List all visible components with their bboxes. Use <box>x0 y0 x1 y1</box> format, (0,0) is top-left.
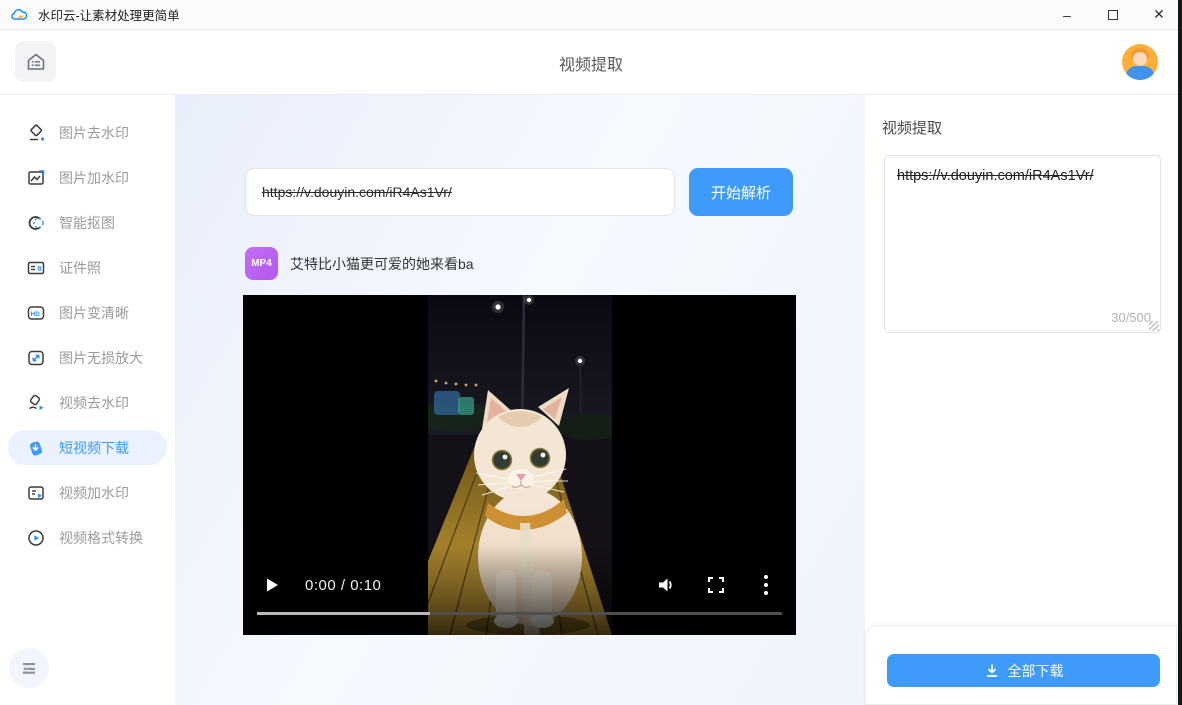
download-card: 全部下载 <box>865 625 1177 705</box>
mp4-badge: MP4 <box>245 247 278 280</box>
window-right-edge <box>1178 0 1182 705</box>
title-bar: 水印云-让素材处理更简单 – ✕ <box>0 0 1182 30</box>
sidebar-item-image-enhance[interactable]: HD 图片变清晰 <box>8 295 167 330</box>
download-all-button[interactable]: 全部下载 <box>887 654 1160 687</box>
image-enhance-hd-icon: HD <box>27 305 45 320</box>
sidebar-item-label: 视频去水印 <box>59 394 129 411</box>
player-menu-button[interactable] <box>754 573 778 597</box>
more-options-icon <box>764 573 768 597</box>
sidebar-item-label: 视频加水印 <box>59 484 129 501</box>
extracted-url-textarea[interactable]: https://v.douyin.com/iR4As1Vr/ <box>884 155 1161 333</box>
id-photo-icon: 8 <box>27 261 45 274</box>
sidebar-item-label: 证件照 <box>59 259 101 276</box>
app-logo-cloud-icon <box>11 8 28 21</box>
parse-result-row: MP4 艾特比小猫更可爱的她来看ba <box>245 247 474 280</box>
sidebar-item-video-watermark-remove[interactable]: 视频去水印 <box>8 385 167 420</box>
time-display: 0:00 / 0:10 <box>305 576 382 594</box>
avatar-shirt <box>1126 66 1154 80</box>
volume-icon <box>659 578 672 592</box>
sidebar-item-label: 智能抠图 <box>59 214 115 231</box>
user-avatar[interactable] <box>1122 44 1158 80</box>
image-watermark-add-icon <box>28 169 45 185</box>
video-format-convert-icon <box>28 529 44 546</box>
sidebar-item-id-photo[interactable]: 8 证件照 <box>8 250 167 285</box>
sidebar: 图片去水印 图片加水印 智能抠图 8 证件照 HD 图片变清晰 图片无损放大 视… <box>0 95 175 705</box>
download-all-label: 全部下载 <box>1007 662 1064 679</box>
right-panel-title: 视频提取 <box>882 120 943 137</box>
avatar-face <box>1133 52 1147 66</box>
video-title: 艾特比小猫更可爱的她来看ba <box>290 255 474 272</box>
collapse-sidebar-button[interactable] <box>9 648 49 688</box>
right-panel: 视频提取 https://v.douyin.com/iR4As1Vr/ 30/5… <box>865 95 1182 705</box>
collapse-menu-icon <box>23 663 35 674</box>
svg-text:8: 8 <box>37 264 41 273</box>
short-video-download-icon <box>30 441 42 455</box>
sidebar-item-label: 图片加水印 <box>59 169 129 186</box>
image-watermark-remove-icon <box>30 123 45 141</box>
sidebar-item-label: 图片无损放大 <box>59 349 143 366</box>
sidebar-item-smart-cutout[interactable]: 智能抠图 <box>8 205 167 240</box>
sidebar-item-video-watermark-add[interactable]: 视频加水印 <box>8 475 167 510</box>
sidebar-item-image-enlarge[interactable]: 图片无损放大 <box>8 340 167 375</box>
fullscreen-icon <box>708 577 724 593</box>
sidebar-item-label: 图片去水印 <box>59 124 129 141</box>
play-button[interactable] <box>261 574 283 596</box>
progress-bar[interactable] <box>257 612 782 615</box>
maximize-button[interactable] <box>1090 0 1136 29</box>
video-url-input[interactable] <box>245 168 675 216</box>
progress-loaded <box>257 612 431 615</box>
sidebar-item-image-watermark-remove[interactable]: 图片去水印 <box>8 115 167 150</box>
player-controls: 0:00 / 0:10 <box>243 565 796 605</box>
sidebar-item-video-format-convert[interactable]: 视频格式转换 <box>8 520 167 555</box>
app-window: 水印云-让素材处理更简单 – ✕ 视频提取 图片去水印 图片加水印 智能抠图 8… <box>0 0 1182 705</box>
maximize-icon <box>1108 9 1118 20</box>
page-title: 视频提取 <box>558 56 623 74</box>
char-count: 30/500 <box>1111 310 1151 325</box>
sidebar-item-label: 短视频下载 <box>59 439 129 456</box>
svg-text:HD: HD <box>31 311 41 318</box>
play-icon <box>267 578 278 592</box>
video-watermark-remove-icon <box>29 394 44 410</box>
sidebar-item-label: 视频格式转换 <box>59 529 143 546</box>
parse-button[interactable]: 开始解析 <box>689 168 793 216</box>
textarea-resize-grip[interactable] <box>1149 321 1159 331</box>
video-player[interactable]: 0:00 / 0:10 <box>243 295 796 635</box>
image-enlarge-icon <box>28 350 44 365</box>
smart-cutout-icon <box>28 215 44 230</box>
download-icon <box>986 663 997 677</box>
fullscreen-button[interactable] <box>704 573 728 597</box>
minimize-button[interactable]: – <box>1044 0 1090 29</box>
volume-button[interactable] <box>654 573 678 597</box>
video-watermark-add-icon <box>28 485 44 500</box>
sidebar-item-short-video-download[interactable]: 短视频下载 <box>8 430 167 465</box>
header: 视频提取 <box>0 30 1182 95</box>
main-content: 开始解析 MP4 艾特比小猫更可爱的她来看ba <box>175 95 865 705</box>
sidebar-item-image-watermark-add[interactable]: 图片加水印 <box>8 160 167 195</box>
sidebar-item-label: 图片变清晰 <box>59 304 129 321</box>
window-title: 水印云-让素材处理更简单 <box>38 9 180 23</box>
close-button[interactable]: ✕ <box>1136 0 1182 29</box>
